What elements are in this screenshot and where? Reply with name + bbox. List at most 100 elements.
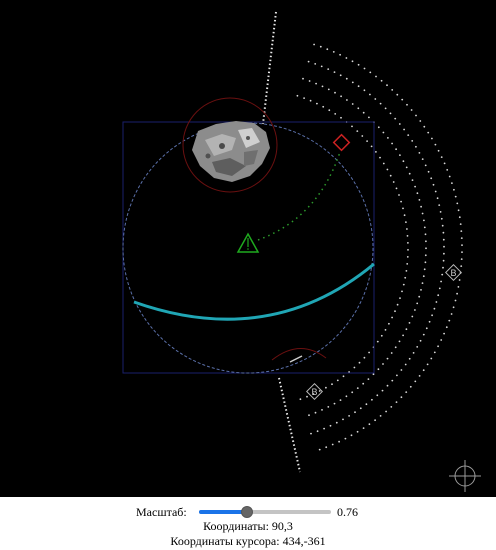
range-ring-dot bbox=[392, 181, 395, 183]
range-ring-dot bbox=[400, 200, 402, 203]
dotted-range-rings bbox=[296, 43, 463, 451]
range-ring-dot bbox=[408, 322, 411, 324]
range-ring-dot bbox=[414, 185, 416, 188]
range-ring-dot bbox=[460, 265, 463, 267]
range-ring-dot bbox=[404, 363, 407, 366]
range-ring-dot bbox=[442, 266, 444, 269]
range-ring-dot bbox=[415, 145, 417, 148]
range-ring-dot bbox=[313, 43, 315, 46]
range-ring-dot bbox=[443, 252, 445, 255]
range-ring-dot bbox=[354, 411, 356, 414]
range-ring-dot bbox=[422, 333, 425, 336]
range-ring-dot bbox=[390, 406, 393, 408]
range-ring-dot bbox=[377, 126, 380, 129]
controls-panel: Масштаб: 0.76 Координаты: 90,3 Координат… bbox=[0, 497, 496, 550]
range-ring-dot bbox=[421, 212, 424, 215]
range-ring-dot bbox=[357, 63, 360, 66]
range-ring-dot bbox=[407, 242, 409, 244]
range-ring-dot bbox=[442, 238, 445, 241]
range-ring-dot bbox=[404, 276, 407, 279]
range-ring-dot bbox=[419, 339, 422, 342]
range-ring-dot bbox=[382, 363, 384, 365]
range-ring-dot bbox=[460, 258, 463, 260]
range-ring-dot bbox=[296, 94, 299, 97]
crosshair-icon[interactable] bbox=[449, 460, 481, 492]
upper-dotted-line bbox=[262, 11, 277, 125]
range-ring-dot bbox=[372, 373, 375, 376]
range-ring-dot bbox=[401, 290, 403, 293]
ship-icon[interactable] bbox=[236, 232, 260, 253]
range-ring-dot bbox=[430, 357, 433, 360]
asteroid-image[interactable] bbox=[192, 121, 270, 182]
range-ring-dot bbox=[431, 137, 433, 140]
range-ring-dot bbox=[458, 279, 461, 281]
map-canvas[interactable]: B B bbox=[0, 0, 496, 497]
map-viewport[interactable]: B B bbox=[0, 0, 496, 497]
range-ring-dot bbox=[442, 231, 445, 234]
range-ring-dot bbox=[351, 103, 354, 105]
range-ring-dot bbox=[361, 135, 364, 137]
range-ring-dot bbox=[379, 415, 382, 417]
range-ring-dot bbox=[454, 195, 457, 198]
range-ring-dot bbox=[414, 380, 417, 383]
range-ring-dot bbox=[461, 244, 463, 247]
range-ring-dot bbox=[344, 437, 347, 440]
range-ring-dot bbox=[368, 351, 370, 354]
range-ring-dot bbox=[376, 394, 379, 397]
range-ring-dot bbox=[348, 415, 350, 417]
range-ring-dot bbox=[438, 287, 441, 290]
scale-slider-thumb[interactable] bbox=[240, 506, 253, 518]
range-ring-dot bbox=[424, 233, 427, 236]
range-ring-dot bbox=[401, 98, 404, 101]
range-ring-dot bbox=[405, 270, 408, 272]
scale-slider[interactable] bbox=[199, 506, 331, 518]
range-ring-dot bbox=[380, 334, 383, 337]
range-ring-dot bbox=[402, 160, 405, 163]
range-ring-dot bbox=[368, 423, 371, 426]
range-ring-dot bbox=[426, 363, 429, 366]
target-marker-icon[interactable] bbox=[332, 133, 351, 152]
range-ring-dot bbox=[391, 379, 394, 382]
range-ring-dot bbox=[399, 297, 401, 299]
range-ring-dot bbox=[395, 187, 398, 190]
range-ring-dot bbox=[396, 303, 399, 306]
range-ring-dot bbox=[454, 299, 457, 302]
range-ring-dot bbox=[435, 301, 438, 303]
range-ring-dot bbox=[325, 446, 328, 449]
beacon-marker-right[interactable]: B bbox=[445, 264, 462, 281]
range-ring-dot bbox=[452, 306, 455, 309]
range-ring-dot bbox=[461, 251, 463, 254]
range-ring-dot bbox=[394, 310, 396, 313]
range-ring-dot bbox=[416, 346, 419, 348]
range-ring-dot bbox=[375, 151, 377, 153]
range-ring-dot bbox=[437, 294, 440, 297]
range-ring-dot bbox=[328, 109, 331, 112]
range-ring-dot bbox=[386, 84, 388, 87]
range-ring-dot bbox=[403, 128, 405, 131]
range-ring-dot bbox=[421, 282, 424, 284]
range-ring-dot bbox=[423, 268, 426, 271]
range-ring-dot bbox=[356, 387, 359, 389]
range-ring-dot bbox=[326, 48, 329, 51]
range-ring-dot bbox=[441, 273, 444, 276]
range-ring-dot bbox=[425, 247, 427, 250]
range-ring-dot bbox=[310, 432, 312, 435]
range-ring-dot bbox=[316, 102, 318, 105]
range-ring-dot bbox=[433, 351, 436, 354]
range-ring-dot bbox=[440, 217, 443, 220]
range-ring-dot bbox=[351, 391, 354, 394]
range-ring-dot bbox=[405, 221, 407, 224]
range-ring-dot bbox=[418, 199, 421, 201]
range-ring-dot bbox=[335, 421, 338, 424]
range-ring-dot bbox=[418, 295, 421, 298]
range-ring-dot bbox=[345, 77, 348, 80]
range-ring-dot bbox=[433, 307, 436, 310]
range-ring-dot bbox=[450, 313, 453, 315]
range-ring-dot bbox=[340, 116, 342, 119]
range-ring-dot bbox=[453, 188, 455, 191]
range-ring-dot bbox=[406, 103, 408, 106]
range-ring-dot bbox=[342, 375, 345, 378]
range-ring-dot bbox=[322, 105, 325, 108]
cursor-coordinates-text: Координаты курсора: 434,-361 bbox=[170, 534, 326, 548]
range-ring-dot bbox=[340, 95, 342, 98]
